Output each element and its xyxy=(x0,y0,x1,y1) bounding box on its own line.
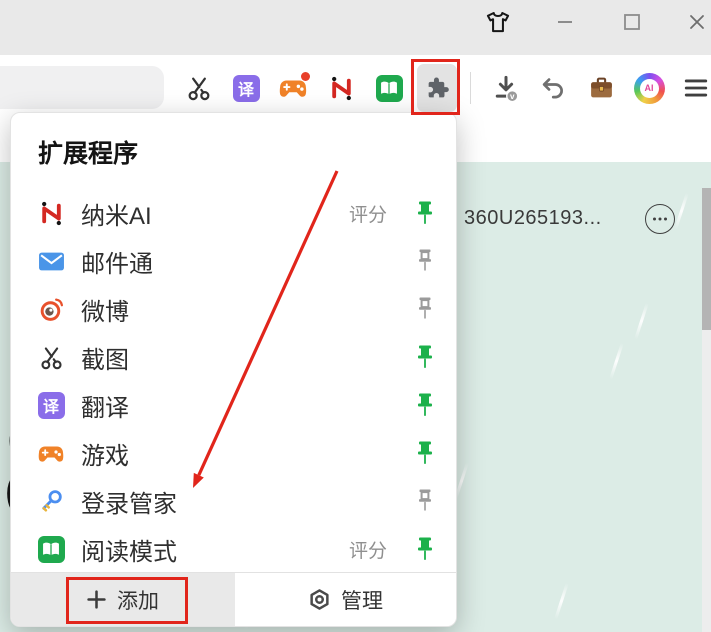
download-icon[interactable]: v xyxy=(487,69,525,107)
scrollbar-thumb[interactable] xyxy=(702,188,711,330)
close-icon[interactable] xyxy=(679,4,711,40)
plus-icon xyxy=(87,590,106,609)
extension-item-login-manager[interactable]: 登录管家 xyxy=(11,477,456,525)
extensions-puzzle-icon[interactable] xyxy=(417,64,457,112)
reader-book-icon xyxy=(37,535,65,563)
briefcase-icon[interactable] xyxy=(582,69,620,107)
skin-theme-icon[interactable] xyxy=(480,4,516,40)
extension-item-screenshot[interactable]: 截图 xyxy=(11,333,456,381)
download-badge-letter: v xyxy=(510,92,515,101)
extension-item-game[interactable]: 游戏 xyxy=(11,429,456,477)
pin-icon[interactable] xyxy=(416,487,434,515)
page-scrollbar[interactable] xyxy=(702,188,711,632)
extension-name: 翻译 xyxy=(81,388,129,423)
extension-name: 登录管家 xyxy=(81,484,177,519)
translate-glyph: 译 xyxy=(233,75,260,102)
reader-book-icon[interactable] xyxy=(370,69,408,107)
extension-item-mail[interactable]: 邮件通 xyxy=(11,237,456,285)
browser-window: 译 v xyxy=(0,0,711,632)
pin-icon[interactable] xyxy=(416,199,434,227)
extension-name: 截图 xyxy=(81,340,129,375)
extension-item-translate[interactable]: 译 翻译 xyxy=(11,381,456,429)
extensions-panel: 扩展程序 纳米AI 评分 邮件通 xyxy=(10,112,457,627)
extension-item-reader-mode[interactable]: 阅读模式 评分 xyxy=(11,525,456,573)
pin-icon[interactable] xyxy=(416,247,434,275)
extension-name: 游戏 xyxy=(81,436,129,471)
game-icon[interactable] xyxy=(274,69,312,107)
nano-ai-icon[interactable] xyxy=(322,69,360,107)
translate-icon: 译 xyxy=(37,391,65,419)
account-id: 360U265193... xyxy=(464,207,602,230)
minimize-icon[interactable] xyxy=(547,4,583,40)
pin-icon[interactable] xyxy=(416,391,434,419)
ai-label: AI xyxy=(640,79,659,98)
extensions-list: 纳米AI 评分 邮件通 xyxy=(11,189,456,573)
manage-label: 管理 xyxy=(341,585,383,615)
address-bar[interactable] xyxy=(0,66,164,109)
maximize-icon[interactable] xyxy=(614,4,650,40)
translate-icon[interactable]: 译 xyxy=(227,69,265,107)
ai-assistant-icon[interactable]: AI xyxy=(630,69,668,107)
nano-ai-icon xyxy=(37,199,65,227)
manage-extensions-button[interactable]: 管理 xyxy=(235,573,456,626)
weibo-icon xyxy=(37,295,65,323)
more-options-icon[interactable] xyxy=(645,204,675,234)
extension-name: 纳米AI xyxy=(81,196,152,231)
toolbar-separator xyxy=(470,72,471,104)
pin-icon[interactable] xyxy=(416,295,434,323)
key-icon xyxy=(37,487,65,515)
extension-item-weibo[interactable]: 微博 xyxy=(11,285,456,333)
panel-footer: 添加 管理 xyxy=(11,572,456,626)
extension-name: 微博 xyxy=(81,292,129,327)
extension-name: 邮件通 xyxy=(81,244,153,279)
undo-icon[interactable] xyxy=(534,69,572,107)
menu-icon[interactable] xyxy=(677,69,711,107)
rating-link[interactable]: 评分 xyxy=(349,200,387,227)
game-icon xyxy=(37,439,65,467)
scissors-icon xyxy=(37,343,65,371)
pin-icon[interactable] xyxy=(416,535,434,563)
extension-item-nano-ai[interactable]: 纳米AI 评分 xyxy=(11,189,456,237)
add-label: 添加 xyxy=(117,585,159,615)
extension-name: 阅读模式 xyxy=(81,532,177,567)
translate-glyph: 译 xyxy=(38,392,65,419)
window-titlebar xyxy=(0,0,711,55)
pin-icon[interactable] xyxy=(416,439,434,467)
screenshot-scissors-icon[interactable] xyxy=(180,69,218,107)
notification-dot xyxy=(301,72,310,81)
panel-title: 扩展程序 xyxy=(38,134,138,170)
rating-link[interactable]: 评分 xyxy=(349,536,387,563)
add-extension-button[interactable]: 添加 xyxy=(11,573,235,626)
manage-gear-icon xyxy=(308,588,331,611)
pin-icon[interactable] xyxy=(416,343,434,371)
mail-icon xyxy=(37,247,65,275)
